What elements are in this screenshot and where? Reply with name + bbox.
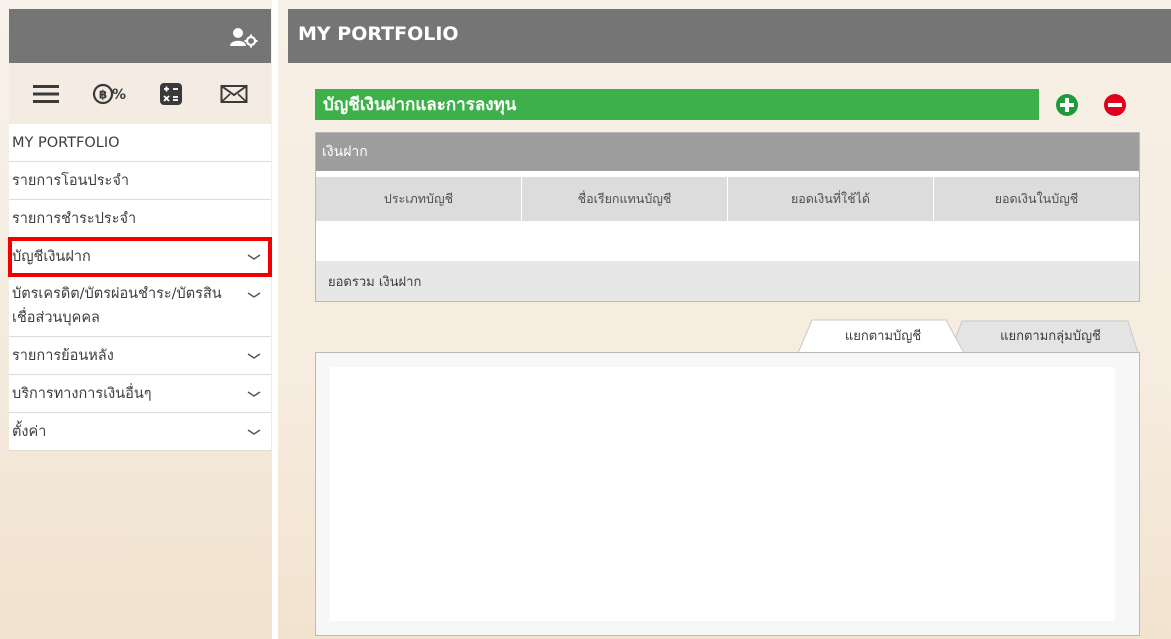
- deposit-total-row: ยอดรวม เงินฝาก: [316, 261, 1139, 301]
- calculator-icon[interactable]: [154, 80, 188, 108]
- portfolio-chart-area: [315, 352, 1140, 636]
- sidebar-item-label: รายการชำระประจำ: [12, 211, 137, 227]
- hamburger-menu-icon[interactable]: [29, 80, 63, 108]
- sidebar-menu: MY PORTFOLIO รายการโอนประจำ รายการชำระปร…: [8, 124, 272, 451]
- sidebar-item-label: บริการทางการเงินอื่นๆ: [12, 386, 152, 402]
- sidebar-item-label: ตั้งค่า: [12, 424, 47, 440]
- main-content: MY PORTFOLIO บัญชีเงินฝากและการลงทุน เงิ…: [278, 0, 1171, 639]
- chevron-down-icon: [247, 253, 261, 260]
- chevron-down-icon: [247, 352, 261, 359]
- view-tabs: แยกตามบัญชี แยกตามกลุ่มบัญชี: [798, 317, 1138, 354]
- section-title: บัญชีเงินฝากและการลงทุน: [323, 95, 517, 115]
- sidebar-item-recurring-payment[interactable]: รายการชำระประจำ: [9, 200, 271, 238]
- deposit-panel: เงินฝาก ประเภทบัญชี ชื่อเรียกแทนบัญชี ยอ…: [315, 132, 1140, 302]
- sidebar-item-recurring-transfer[interactable]: รายการโอนประจำ: [9, 162, 271, 200]
- envelope-icon[interactable]: [217, 80, 251, 108]
- chevron-down-icon: [247, 292, 261, 298]
- sidebar-item-label: รายการย้อนหลัง: [12, 348, 114, 364]
- sidebar-icon-row: ฿ %: [9, 63, 271, 124]
- table-header: ประเภทบัญชี ชื่อเรียกแทนบัญชี ยอดเงินที่…: [316, 177, 1139, 221]
- tab-by-account-group[interactable]: แยกตามกลุ่มบัญชี: [968, 317, 1133, 354]
- sidebar-item-label: รายการโอนประจำ: [12, 173, 129, 189]
- sidebar-item-label: บัตรเครดิต/บัตรผ่อนชำระ/บัตรสินเชื่อส่วน…: [12, 286, 222, 326]
- page-title: MY PORTFOLIO: [298, 23, 459, 45]
- deposit-total-label: ยอดรวม เงินฝาก: [328, 274, 422, 290]
- column-header-account-balance: ยอดเงินในบัญชี: [994, 191, 1079, 206]
- column-header-account-nickname: ชื่อเรียกแทนบัญชี: [522, 177, 728, 221]
- table-body: [316, 221, 1139, 261]
- sidebar-item-label: บัญชีเงินฝาก: [12, 249, 91, 265]
- header-bar: MY PORTFOLIO: [288, 9, 1171, 63]
- sidebar: ฿ % MY PORTFOLIO รายการโอนประจำ รายการชำ…: [0, 0, 272, 639]
- svg-text:%: %: [112, 87, 126, 103]
- sidebar-item-label: MY PORTFOLIO: [12, 134, 120, 151]
- sidebar-item-other-services[interactable]: บริการทางการเงินอื่นๆ: [9, 375, 271, 413]
- sidebar-item-deposit-accounts[interactable]: บัญชีเงินฝาก: [8, 237, 272, 277]
- svg-text:฿: ฿: [99, 87, 107, 101]
- sidebar-item-my-portfolio[interactable]: MY PORTFOLIO: [9, 124, 271, 162]
- plus-circle-icon[interactable]: [1055, 93, 1079, 117]
- sidebar-item-settings[interactable]: ตั้งค่า: [9, 413, 271, 451]
- sidebar-item-history[interactable]: รายการย้อนหลัง: [9, 337, 271, 375]
- sidebar-top-bar: [9, 9, 271, 63]
- deposit-panel-title: เงินฝาก: [322, 144, 368, 160]
- chart-canvas: [330, 367, 1115, 621]
- sidebar-item-credit-cards[interactable]: บัตรเครดิต/บัตรผ่อนชำระ/บัตรสินเชื่อส่วน…: [9, 276, 271, 337]
- deposit-panel-header: เงินฝาก: [316, 133, 1139, 171]
- column-header-available-balance: ยอดเงินที่ใช้ได้: [728, 177, 934, 221]
- baht-percent-icon[interactable]: ฿ %: [92, 80, 126, 108]
- tab-by-account[interactable]: แยกตามบัญชี: [808, 317, 958, 354]
- section-title-bar: บัญชีเงินฝากและการลงทุน: [315, 89, 1039, 120]
- chevron-down-icon: [247, 428, 261, 435]
- minus-circle-icon[interactable]: [1103, 93, 1127, 117]
- column-header-account-type: ประเภทบัญชี: [316, 177, 522, 221]
- user-settings-icon[interactable]: [229, 26, 259, 48]
- chevron-down-icon: [247, 390, 261, 397]
